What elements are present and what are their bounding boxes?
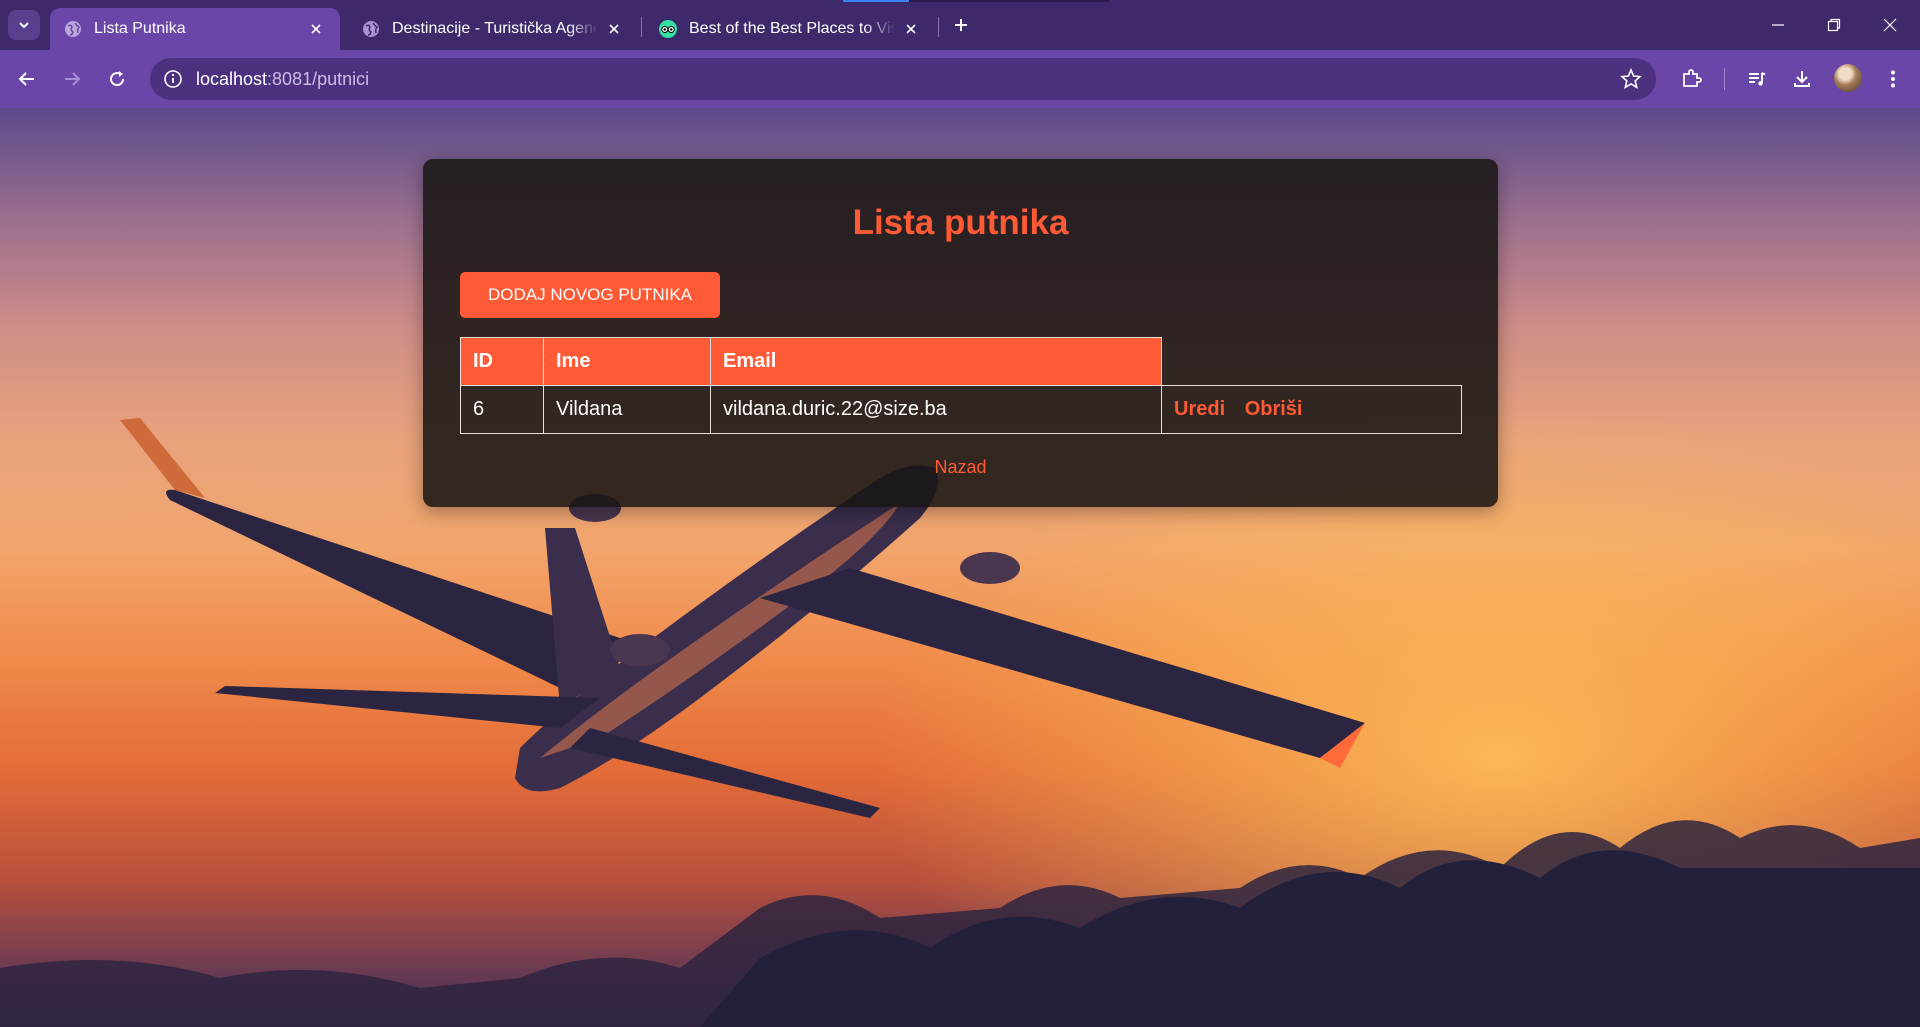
tab-loading-indicator	[843, 0, 909, 2]
edit-link[interactable]: Uredi	[1174, 398, 1225, 420]
extensions-button[interactable]	[1676, 64, 1706, 94]
tab-destinacije[interactable]: Destinacije - Turistička Agencija	[348, 8, 638, 50]
tab-strip-highlight	[909, 0, 1109, 2]
column-header-ime: Ime	[543, 337, 711, 386]
cell-ime: Vildana	[543, 385, 711, 434]
forward-button[interactable]	[57, 64, 87, 94]
arrow-right-icon	[65, 72, 81, 86]
plus-icon	[955, 19, 967, 31]
url-path: :8081/putnici	[267, 69, 370, 89]
cell-email: vildana.duric.22@size.ba	[710, 385, 1162, 434]
column-header-actions	[1162, 338, 1462, 386]
site-info-icon[interactable]	[162, 68, 184, 90]
globe-icon	[65, 21, 81, 37]
delete-link[interactable]: Obriši	[1245, 398, 1303, 420]
column-header-email: Email	[710, 337, 1162, 386]
browser-menu-button[interactable]	[1878, 64, 1908, 94]
cell-actions: Uredi Obriši	[1161, 385, 1462, 434]
page-title: Lista putnika	[852, 203, 1069, 242]
tab-lista-putnika[interactable]: Lista Putnika	[50, 8, 340, 50]
minimize-icon	[1772, 24, 1784, 26]
reload-button[interactable]	[102, 64, 132, 94]
chevron-down-icon	[19, 22, 29, 29]
tab-title: Best of the Best Places to Visit in	[689, 20, 895, 37]
column-header-id: ID	[460, 337, 544, 386]
table-header-row: ID Ime Email	[460, 337, 1462, 386]
new-tab-button[interactable]	[948, 12, 974, 38]
add-passenger-button[interactable]: DODAJ NOVOG PUTNIKA	[460, 272, 720, 318]
tab-separator	[938, 17, 939, 37]
url-text[interactable]: localhost:8081/putnici	[196, 69, 369, 90]
close-icon[interactable]	[306, 19, 326, 39]
restore-button[interactable]	[1814, 10, 1854, 40]
close-window-button[interactable]	[1870, 10, 1910, 40]
close-icon	[1883, 18, 1897, 32]
download-icon	[1794, 71, 1810, 87]
more-vertical-icon	[1891, 70, 1895, 88]
table-row: 6 Vildana vildana.duric.22@size.ba Uredi…	[460, 385, 1462, 434]
passenger-table: ID Ime Email 6 Vildana vildana.duric.22@…	[460, 337, 1462, 434]
profile-avatar[interactable]	[1834, 64, 1862, 92]
url-host: localhost	[196, 69, 268, 89]
cell-id: 6	[460, 385, 544, 434]
toolbar-separator	[1724, 68, 1725, 90]
bookmark-star-icon[interactable]	[1620, 67, 1642, 90]
tripadvisor-icon	[659, 20, 677, 38]
tab-search-button[interactable]	[8, 10, 40, 40]
restore-icon	[1827, 18, 1841, 32]
tab-title: Lista Putnika	[94, 20, 186, 37]
page-viewport: Lista putnika DODAJ NOVOG PUTNIKA ID Ime…	[0, 108, 1920, 1027]
tab-separator	[641, 17, 642, 37]
arrow-left-icon	[18, 72, 34, 86]
back-button[interactable]	[12, 64, 42, 94]
downloads-button[interactable]	[1787, 64, 1817, 94]
tab-best-places[interactable]: Best of the Best Places to Visit in	[645, 8, 935, 50]
media-controls-button[interactable]	[1742, 64, 1772, 94]
tab-strip: Lista Putnika Destinacije - Turistička A…	[0, 0, 1920, 50]
close-icon[interactable]	[901, 19, 921, 39]
back-link[interactable]: Nazad	[423, 457, 1498, 478]
passenger-list-card: Lista putnika DODAJ NOVOG PUTNIKA ID Ime…	[423, 159, 1498, 507]
puzzle-icon	[1683, 69, 1702, 87]
address-bar[interactable]: localhost:8081/putnici	[150, 58, 1656, 100]
globe-icon	[363, 21, 379, 37]
close-icon[interactable]	[604, 19, 624, 39]
browser-toolbar: localhost:8081/putnici	[0, 50, 1920, 108]
queue-music-icon	[1749, 72, 1766, 86]
tab-title: Destinacije - Turistička Agencija	[392, 20, 598, 37]
reload-icon	[110, 71, 125, 87]
minimize-button[interactable]	[1758, 10, 1798, 40]
